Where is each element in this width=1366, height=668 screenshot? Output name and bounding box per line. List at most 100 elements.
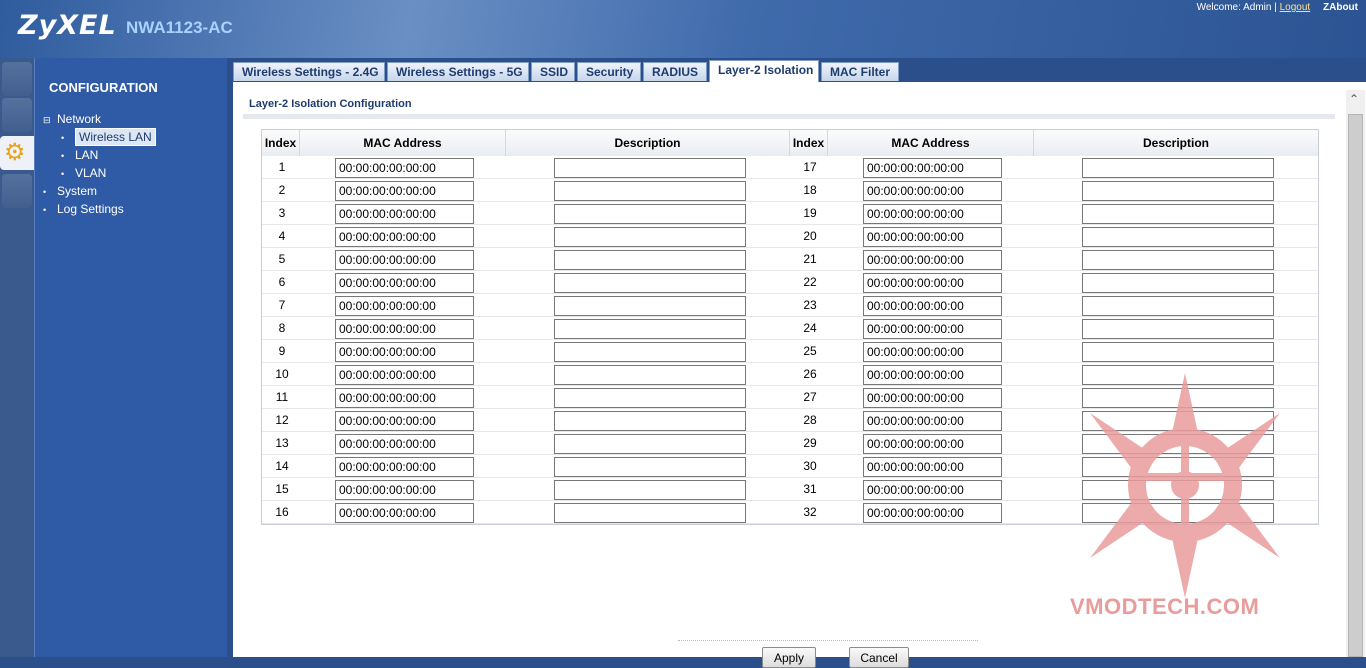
table-row: 7 23 (262, 294, 1318, 317)
description-input[interactable] (1082, 319, 1274, 339)
description-input[interactable] (1082, 388, 1274, 408)
mac-address-input[interactable] (863, 457, 1002, 477)
mac-address-input[interactable] (863, 227, 1002, 247)
index-cell: 12 (275, 413, 289, 427)
user-bar: Welcome: Admin | Logout ZAbout (1197, 2, 1358, 13)
configuration-icon[interactable]: ⚙ (0, 136, 36, 170)
tab-mac-filter[interactable]: MAC Filter (821, 62, 899, 81)
sidebar-item-wireless-lan[interactable]: • Wireless LAN (61, 128, 156, 146)
mac-address-input[interactable] (863, 342, 1002, 362)
apply-button[interactable]: Apply (762, 647, 816, 668)
description-input[interactable] (1082, 411, 1274, 431)
description-input[interactable] (554, 250, 746, 270)
description-input[interactable] (554, 503, 746, 523)
description-input[interactable] (554, 181, 746, 201)
cancel-button[interactable]: Cancel (849, 647, 909, 668)
icon-bar: ⚙ (0, 58, 36, 657)
description-input[interactable] (1082, 434, 1274, 454)
tab-wireless-24g[interactable]: Wireless Settings - 2.4G (233, 62, 385, 81)
description-input[interactable] (1082, 296, 1274, 316)
description-input[interactable] (554, 480, 746, 500)
description-input[interactable] (1082, 503, 1274, 523)
description-input[interactable] (1082, 181, 1274, 201)
table-row: 1632 (262, 501, 1318, 524)
mac-address-input[interactable] (335, 434, 474, 454)
tab-security[interactable]: Security (577, 62, 641, 81)
index-cell: 9 (278, 344, 286, 358)
description-input[interactable] (1082, 480, 1274, 500)
description-input[interactable] (554, 457, 746, 477)
description-input[interactable] (554, 273, 746, 293)
about-link[interactable]: ZAbout (1323, 2, 1358, 13)
mac-address-input[interactable] (863, 204, 1002, 224)
description-input[interactable] (1082, 457, 1274, 477)
sidebar-item-network[interactable]: ⊟ Network (43, 112, 101, 126)
mac-address-input[interactable] (863, 181, 1002, 201)
mac-address-input[interactable] (335, 250, 474, 270)
mac-address-input[interactable] (863, 250, 1002, 270)
index-cell: 27 (803, 390, 817, 404)
description-input[interactable] (1082, 204, 1274, 224)
description-input[interactable] (554, 158, 746, 178)
tab-layer2-isolation[interactable]: Layer-2 Isolation (709, 60, 819, 84)
description-input[interactable] (554, 296, 746, 316)
description-input[interactable] (554, 411, 746, 431)
mac-address-input[interactable] (335, 342, 474, 362)
mac-address-input[interactable] (335, 411, 474, 431)
mac-address-input[interactable] (863, 480, 1002, 500)
description-input[interactable] (1082, 227, 1274, 247)
mac-address-input[interactable] (335, 457, 474, 477)
description-input[interactable] (554, 388, 746, 408)
sidebar-item-vlan[interactable]: • VLAN (61, 166, 106, 180)
sidebar-item-lan[interactable]: • LAN (61, 148, 98, 162)
description-input[interactable] (554, 204, 746, 224)
mac-address-input[interactable] (863, 434, 1002, 454)
description-input[interactable] (1082, 273, 1274, 293)
logout-link[interactable]: Logout (1280, 2, 1311, 13)
mac-address-input[interactable] (335, 388, 474, 408)
mac-address-input[interactable] (863, 319, 1002, 339)
mac-address-input[interactable] (863, 388, 1002, 408)
mac-address-input[interactable] (335, 296, 474, 316)
mac-address-input[interactable] (863, 411, 1002, 431)
description-input[interactable] (554, 434, 746, 454)
mac-address-input[interactable] (863, 503, 1002, 523)
mac-address-input[interactable] (863, 273, 1002, 293)
mac-address-input[interactable] (335, 480, 474, 500)
scroll-up-icon[interactable]: ⌃ (1349, 92, 1359, 106)
scrollbar-thumb[interactable] (1348, 114, 1363, 657)
monitor-icon[interactable] (2, 98, 32, 132)
mac-address-input[interactable] (335, 365, 474, 385)
table-row: 12 28 (262, 409, 1318, 432)
mac-address-input[interactable] (335, 273, 474, 293)
vertical-scrollbar[interactable]: ⌃ (1346, 90, 1365, 657)
mac-address-input[interactable] (863, 158, 1002, 178)
description-input[interactable] (1082, 365, 1274, 385)
mac-address-input[interactable] (863, 296, 1002, 316)
mac-address-input[interactable] (335, 158, 474, 178)
sidebar-item-log-settings[interactable]: • Log Settings (43, 202, 124, 216)
maintenance-icon[interactable] (2, 174, 32, 208)
index-cell: 11 (275, 390, 289, 404)
mac-address-input[interactable] (335, 319, 474, 339)
mac-address-input[interactable] (335, 204, 474, 224)
tab-wireless-5g[interactable]: Wireless Settings - 5G (387, 62, 529, 81)
description-input[interactable] (554, 319, 746, 339)
description-input[interactable] (554, 365, 746, 385)
mac-address-input[interactable] (335, 227, 474, 247)
dashboard-icon[interactable] (2, 62, 32, 96)
sidebar-item-system[interactable]: • System (43, 184, 97, 198)
tab-radius[interactable]: RADIUS (643, 62, 707, 81)
index-cell: 16 (275, 505, 289, 519)
mac-address-input[interactable] (335, 181, 474, 201)
description-input[interactable] (1082, 250, 1274, 270)
description-input[interactable] (554, 227, 746, 247)
mac-address-input[interactable] (335, 503, 474, 523)
description-input[interactable] (554, 342, 746, 362)
title-divider (243, 114, 1335, 119)
header-index-left: Index (262, 130, 300, 156)
mac-address-input[interactable] (863, 365, 1002, 385)
tab-ssid[interactable]: SSID (531, 62, 575, 81)
description-input[interactable] (1082, 342, 1274, 362)
description-input[interactable] (1082, 158, 1274, 178)
